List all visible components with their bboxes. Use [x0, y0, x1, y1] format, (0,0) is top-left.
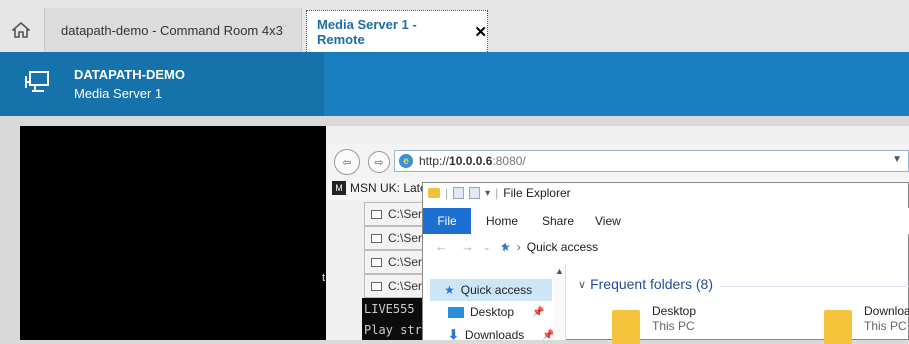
monitor-icon — [24, 70, 52, 97]
folder-name: Desktop — [652, 304, 697, 318]
address-bar[interactable]: e http://10.0.0.6:8080/ ▼ — [394, 150, 909, 172]
folder-icon — [428, 188, 440, 198]
sidebar-item-label: Quick access — [460, 283, 533, 297]
quick-access-star-icon: ★ — [500, 240, 511, 254]
dropdown-icon[interactable]: ▼ — [892, 154, 902, 165]
downloads-icon: ⬇ — [448, 327, 459, 342]
quick-access-star-icon: ★ — [444, 283, 455, 297]
desktop-icon — [448, 306, 464, 318]
properties-icon[interactable] — [453, 187, 465, 199]
ribbon-tab-view[interactable]: View — [595, 214, 621, 228]
sidebar-item-label: Desktop — [470, 305, 515, 319]
sidebar-scrollbar[interactable]: ▲ — [553, 266, 565, 340]
black-display-area — [20, 126, 330, 340]
folder-location: This PC — [652, 319, 695, 333]
console-icon — [371, 281, 382, 291]
console-window-label: C:\Ser — [388, 255, 423, 269]
forward-button[interactable]: ⇨ — [368, 151, 390, 173]
home-icon — [12, 22, 30, 38]
customize-toolbar-icon[interactable]: ▾ — [485, 188, 490, 199]
favorite-msn-label: MSN UK: Late — [350, 181, 427, 195]
console-window-item[interactable]: C:\Ser — [364, 274, 426, 298]
separator: | — [495, 186, 499, 200]
back-arrow-icon: ⇦ — [342, 156, 352, 169]
folder-icon — [612, 310, 640, 344]
ribbon-tab-share[interactable]: Share — [542, 214, 574, 228]
sidebar-item-desktop[interactable]: Desktop 📌 — [448, 305, 544, 319]
project-title: DATAPATH-DEMO — [74, 67, 185, 82]
sidebar-item-downloads[interactable]: ⬇ Downloads 📌 — [448, 327, 555, 343]
project-subtitle: Media Server 1 — [74, 86, 163, 101]
tab-command-room-label: datapath-demo - Command Room 4x3 — [61, 22, 283, 38]
forward-arrow-icon[interactable]: → — [461, 239, 474, 254]
recent-locations-icon[interactable]: ⌄ — [483, 242, 491, 253]
console-output: LIVE555 Play str — [362, 298, 426, 340]
black-area-text: t — [322, 272, 326, 284]
explorer-nav-row: ← → ⌄ ↑ — [423, 236, 909, 260]
tab-media-server-label: Media Server 1 - Remote — [317, 16, 417, 47]
console-icon — [371, 233, 382, 243]
console-window-label: C:\Ser — [388, 231, 423, 245]
breadcrumb[interactable]: ★ › Quick access — [500, 240, 598, 254]
sidebar-item-quick-access[interactable]: ★ Quick access — [430, 279, 552, 301]
address-port: :8080/ — [492, 154, 526, 168]
frequent-folders-label: Frequent folders (8) — [590, 276, 714, 292]
new-folder-icon[interactable] — [469, 187, 481, 199]
tab-media-server-remote[interactable]: Media Server 1 - Remote ✕ — [306, 10, 488, 52]
console-line: LIVE555 — [364, 302, 415, 316]
tab-command-room[interactable]: datapath-demo - Command Room 4x3 — [44, 8, 302, 52]
back-arrow-icon[interactable]: ← — [435, 239, 448, 254]
console-window-item[interactable]: C:\Ser — [364, 202, 426, 226]
msn-icon: M — [332, 181, 346, 195]
pin-icon: 📌 — [532, 306, 545, 318]
console-icon — [371, 257, 382, 267]
address-prefix: http:// — [419, 154, 450, 168]
breadcrumb-chevron-icon: › — [516, 240, 521, 254]
home-button[interactable] — [0, 8, 42, 52]
console-icon — [371, 209, 382, 219]
chevron-down-icon: ∨ — [578, 278, 587, 291]
console-window-item[interactable]: C:\Ser — [364, 226, 426, 250]
folder-location: This PC — [864, 319, 907, 333]
console-window-label: C:\Ser — [388, 279, 423, 293]
ribbon-tab-file[interactable]: File — [423, 208, 471, 234]
separator: | — [445, 186, 449, 200]
file-explorer-title: File Explorer — [503, 186, 571, 200]
ribbon-tab-home[interactable]: Home — [486, 214, 518, 228]
address-host: 10.0.0.6 — [449, 154, 493, 168]
close-icon[interactable]: ✕ — [474, 23, 487, 41]
favorite-msn[interactable]: M MSN UK: Late — [332, 181, 427, 195]
console-window-item[interactable]: C:\Ser — [364, 250, 426, 274]
console-line: Play str — [364, 323, 422, 337]
console-window-label: C:\Ser — [388, 207, 423, 221]
folder-icon — [824, 310, 852, 344]
frequent-folders-heading[interactable]: ∨ Frequent folders (8) — [578, 276, 713, 292]
ie-icon: e — [399, 154, 413, 168]
back-button[interactable]: ⇦ — [334, 149, 360, 175]
section-divider — [720, 286, 909, 287]
file-explorer-titlebar: | ▾ | File Explorer — [428, 186, 571, 200]
breadcrumb-label: Quick access — [526, 240, 599, 254]
forward-arrow-icon: ⇨ — [374, 156, 384, 169]
folder-name: Downloa — [864, 304, 909, 318]
scroll-up-icon[interactable]: ▲ — [555, 266, 564, 276]
